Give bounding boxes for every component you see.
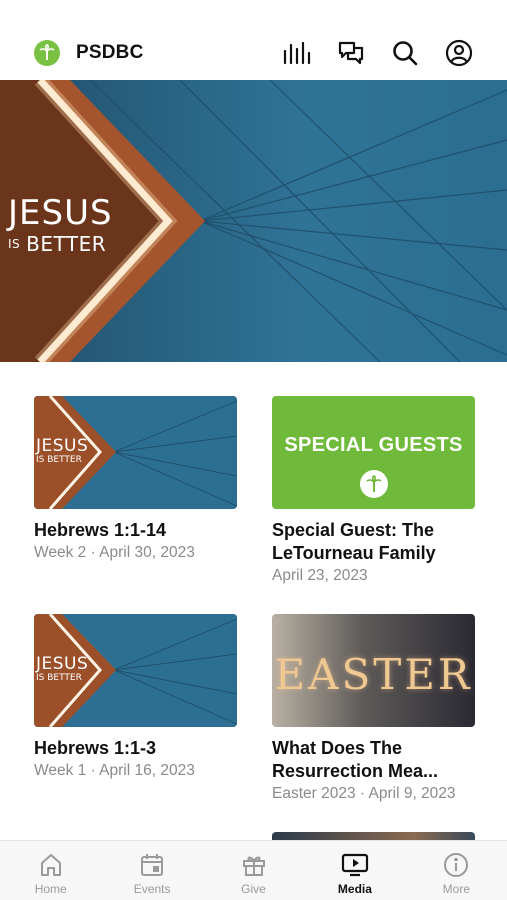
card-subtitle: April 23, 2023: [272, 567, 368, 584]
palm-logo-icon: [360, 470, 388, 498]
thumb-title: JESUS IS BETTER: [36, 654, 89, 684]
brand-name: PSDBC: [76, 42, 144, 63]
hero-title-main: JESUS: [8, 193, 113, 233]
tab-home[interactable]: Home: [0, 841, 101, 900]
thumb-text: SPECIAL GUESTS: [284, 434, 463, 456]
hero-banner[interactable]: JESUS IS BETTER: [0, 80, 507, 362]
media-card[interactable]: EASTER What Does The Resurrection Mea...…: [272, 614, 475, 803]
thumb-title: JESUS IS BETTER: [36, 436, 89, 466]
hero-title: JESUS IS BETTER: [8, 196, 113, 256]
tab-label: More: [442, 882, 470, 896]
tab-give[interactable]: Give: [203, 841, 304, 900]
card-thumbnail: SPECIAL GUESTS: [272, 396, 475, 509]
card-subtitle: Week 2 · April 30, 2023: [34, 544, 195, 561]
thumb-title-main: JESUS: [36, 654, 89, 674]
hero-subtitle: IS BETTER: [8, 232, 113, 256]
tab-media[interactable]: Media: [304, 841, 405, 900]
thumb-title-sub: IS BETTER: [36, 455, 82, 465]
thumb-title-sub: IS BETTER: [36, 673, 82, 683]
tab-events[interactable]: Events: [101, 841, 202, 900]
tab-label: Home: [34, 882, 67, 896]
card-title: What Does The Resurrection Mea...: [272, 738, 439, 781]
card-title: Hebrews 1:1-14: [34, 520, 167, 540]
home-icon: [37, 851, 65, 879]
tab-more[interactable]: More: [406, 841, 507, 900]
card-subtitle: Easter 2023 · April 9, 2023: [272, 785, 456, 802]
bars-icon[interactable]: [281, 38, 313, 68]
tab-label: Events: [133, 882, 171, 896]
card-title: Special Guest: The LeTourneau Family: [272, 520, 436, 563]
calendar-icon: [138, 851, 166, 879]
card-thumbnail: JESUS IS BETTER: [34, 396, 237, 509]
card-subtitle: Week 1 · April 16, 2023: [34, 762, 195, 779]
play-tv-icon: [341, 851, 369, 879]
info-icon: [442, 851, 470, 879]
chat-icon[interactable]: [335, 38, 367, 68]
tab-label: Media: [337, 882, 372, 896]
hero-sub-is: IS: [8, 237, 21, 251]
card-title: Hebrews 1:1-3: [34, 738, 157, 758]
bottom-tab-bar: Home Events Give Media More: [0, 840, 507, 900]
hero-sub-better: BETTER: [26, 232, 107, 256]
media-card[interactable]: JESUS IS BETTER Hebrews 1:1-14 Week 2 · …: [34, 396, 237, 562]
media-card[interactable]: SPECIAL GUESTS Special Guest: The LeTour…: [272, 396, 475, 585]
thumb-text: EASTER: [274, 650, 473, 699]
media-card[interactable]: JESUS IS BETTER Hebrews 1:1-3 Week 1 · A…: [34, 614, 237, 780]
palm-logo-icon: [34, 40, 60, 66]
profile-icon[interactable]: [443, 38, 475, 68]
brand[interactable]: PSDBC: [34, 40, 144, 66]
card-thumbnail: JESUS IS BETTER: [34, 614, 237, 727]
search-icon[interactable]: [389, 38, 421, 68]
card-thumbnail: EASTER: [272, 614, 475, 727]
thumb-title-main: JESUS: [36, 436, 89, 456]
gift-icon: [240, 851, 268, 879]
app-header: PSDBC: [0, 0, 507, 80]
tab-label: Give: [241, 882, 266, 896]
